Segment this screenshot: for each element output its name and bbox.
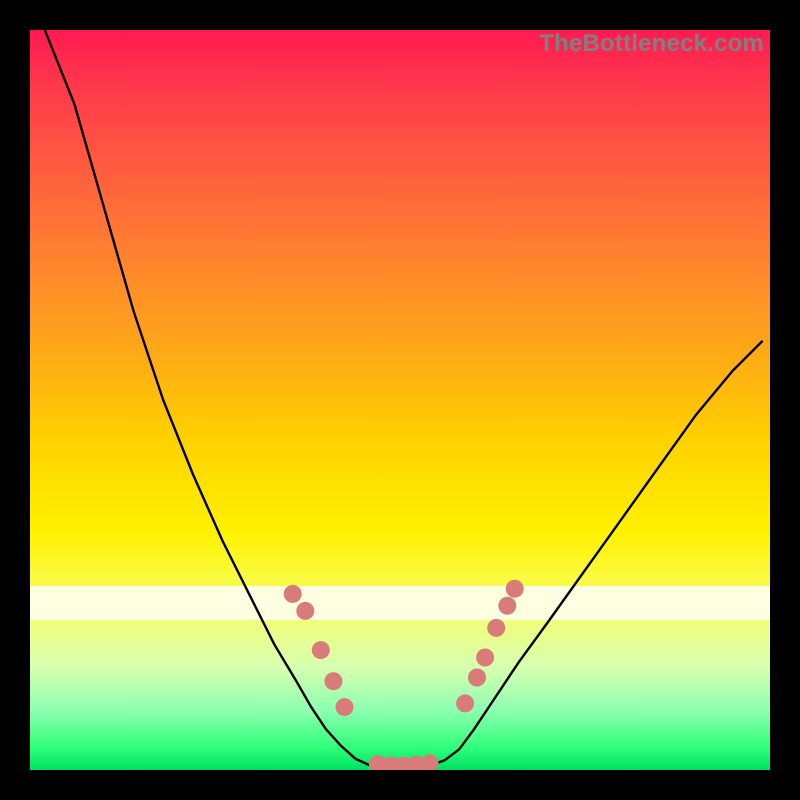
marker-dot <box>487 619 505 637</box>
marker-dot <box>468 669 486 687</box>
marker-dot <box>498 597 516 615</box>
marker-dot <box>324 672 342 690</box>
marker-dot <box>296 602 314 620</box>
watermark-text: TheBottleneck.com <box>539 30 764 58</box>
marker-dot <box>476 649 494 667</box>
marker-dot <box>336 698 354 716</box>
curve-left-branch <box>45 30 356 759</box>
marker-dot <box>284 585 302 603</box>
marker-group <box>284 580 524 770</box>
marker-dot <box>421 754 439 770</box>
curve-right-branch <box>444 341 762 761</box>
marker-dot <box>312 641 330 659</box>
marker-dot <box>456 694 474 712</box>
chart-frame: TheBottleneck.com <box>0 0 800 800</box>
marker-dot <box>506 580 524 598</box>
plot-area: TheBottleneck.com <box>30 30 770 770</box>
curve-layer <box>30 30 770 770</box>
